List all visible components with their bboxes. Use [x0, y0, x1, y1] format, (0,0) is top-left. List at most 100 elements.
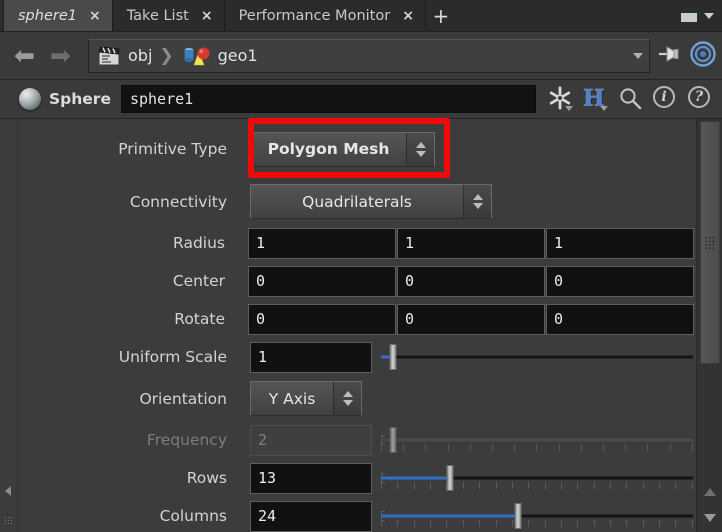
uniform-scale-slider[interactable] — [381, 338, 693, 376]
close-icon[interactable]: × — [201, 9, 213, 23]
add-tab-button[interactable]: + — [425, 0, 456, 31]
sphere-icon — [19, 88, 41, 110]
param-fields: Quadrilaterals — [241, 179, 695, 224]
target-icon[interactable] — [690, 40, 716, 71]
columns-input[interactable]: 24 — [250, 500, 372, 532]
param-label: Radius — [173, 234, 225, 252]
pin-icon[interactable] — [656, 42, 682, 70]
path-bar-controls — [656, 40, 722, 71]
info-icon[interactable]: i — [653, 86, 677, 112]
connectivity-dropdown[interactable]: Quadrilaterals — [250, 184, 492, 219]
chevron-down-icon — [565, 106, 573, 111]
rows-slider[interactable] — [381, 459, 693, 497]
spinner-icon[interactable] — [406, 132, 434, 166]
search-icon[interactable] — [618, 86, 642, 112]
param-row-rows: Rows 13 — [19, 459, 695, 497]
slider-ticks — [381, 520, 693, 527]
radius-z-input[interactable]: 1 — [546, 227, 694, 259]
slider-handle — [389, 427, 397, 453]
back-arrow-icon: ⬅ — [14, 40, 35, 70]
houdini-h-icon[interactable]: H — [583, 86, 608, 112]
slider-fill — [381, 476, 450, 480]
param-label: Center — [172, 272, 225, 290]
breadcrumb-item-geo1[interactable]: geo1 — [181, 45, 258, 67]
tab-take-list[interactable]: Take List × — [112, 0, 225, 31]
spinner-icon[interactable] — [463, 185, 491, 218]
dropdown-value: Quadrilaterals — [302, 192, 412, 211]
chevron-down-icon — [600, 106, 608, 111]
center-z-input[interactable]: 0 — [546, 265, 694, 297]
collapse-arrow-icon[interactable] — [5, 486, 11, 496]
chevron-down-icon[interactable] — [704, 12, 714, 19]
rotate-x-input[interactable]: 0 — [248, 303, 396, 335]
frequency-input: 2 — [250, 424, 372, 456]
breadcrumb[interactable]: obj ❯ geo1 — [88, 38, 650, 73]
slider-fill — [381, 514, 519, 518]
scroll-down-arrow[interactable] — [700, 506, 720, 530]
slider-handle[interactable] — [446, 465, 454, 491]
dropdown-value: Polygon Mesh — [267, 140, 390, 158]
frequency-slider — [381, 421, 693, 459]
param-fields: 13 — [250, 459, 695, 497]
param-row-connectivity: Connectivity Quadrilaterals — [19, 179, 695, 224]
tab-performance-monitor[interactable]: Performance Monitor × — [224, 0, 426, 31]
uniform-scale-input[interactable]: 1 — [250, 341, 372, 373]
scroll-thumb-grip — [704, 235, 716, 250]
slider-track — [381, 514, 693, 518]
radius-y-input[interactable]: 1 — [397, 227, 545, 259]
spinner-icon[interactable] — [333, 382, 361, 415]
node-type-group[interactable]: Sphere — [0, 88, 111, 110]
slider-handle[interactable] — [389, 344, 397, 370]
slider-track — [381, 476, 693, 480]
breadcrumb-item-obj[interactable]: obj — [97, 45, 152, 67]
slider-handle[interactable] — [514, 503, 522, 529]
param-label: Orientation — [139, 389, 227, 408]
rotate-z-input[interactable]: 0 — [546, 303, 694, 335]
scroll-thumb[interactable] — [700, 121, 720, 364]
slider-track — [381, 355, 693, 359]
center-x-input[interactable]: 0 — [248, 265, 396, 297]
breadcrumb-label: obj — [128, 46, 153, 65]
close-icon[interactable]: × — [402, 9, 414, 23]
tab-bar-controls — [681, 0, 722, 31]
rows-input[interactable]: 13 — [250, 462, 372, 494]
param-row-rotate: Rotate 0 0 0 — [19, 300, 695, 338]
help-icon[interactable]: ? — [688, 86, 712, 112]
gear-icon[interactable] — [548, 86, 573, 112]
resize-grip[interactable] — [4, 516, 13, 526]
clapperboard-icon — [97, 45, 121, 67]
radius-x-input[interactable]: 1 — [248, 227, 396, 259]
param-fields: 0 0 0 — [248, 262, 695, 300]
slider-track — [381, 438, 693, 442]
node-type-label: Sphere — [49, 90, 111, 108]
breadcrumb-label: geo1 — [217, 46, 258, 65]
columns-slider[interactable] — [381, 497, 693, 532]
window-icon[interactable] — [681, 9, 697, 22]
param-row-primitive-type: Primitive Type Polygon Mesh — [19, 119, 695, 179]
geometry-object-icon — [181, 45, 211, 67]
dropdown-value: Y Axis — [268, 389, 316, 408]
scroll-up-arrow[interactable] — [700, 480, 720, 504]
close-icon[interactable]: × — [89, 9, 101, 23]
vertical-scrollbar[interactable] — [696, 119, 722, 532]
center-y-input[interactable]: 0 — [397, 265, 545, 297]
param-fields: 0 0 0 — [248, 300, 695, 338]
node-name-input[interactable]: sphere1 — [120, 85, 536, 113]
parameter-panel: Primitive Type Polygon Mesh Connectivity… — [0, 119, 722, 532]
path-bar: ⬅ ➡ obj ❯ geo1 — [0, 31, 722, 79]
param-fields: 24 — [250, 497, 695, 532]
param-row-uniform-scale: Uniform Scale 1 — [19, 338, 695, 376]
tab-sphere1[interactable]: sphere1 × — [4, 0, 113, 31]
forward-button[interactable]: ➡ — [50, 43, 76, 68]
param-row-frequency: Frequency 2 — [19, 421, 695, 459]
param-label: Rotate — [174, 310, 225, 328]
chevron-down-icon[interactable] — [633, 52, 643, 59]
tab-bar-spacer — [455, 0, 681, 31]
rotate-y-input[interactable]: 0 — [397, 303, 545, 335]
back-button[interactable]: ⬅ — [14, 43, 40, 68]
param-fields: 2 — [250, 421, 695, 459]
orientation-dropdown[interactable]: Y Axis — [250, 381, 362, 416]
param-fields: 1 1 1 — [248, 224, 695, 262]
param-label: Rows — [186, 469, 227, 487]
primitive-type-dropdown[interactable]: Polygon Mesh — [250, 131, 435, 167]
